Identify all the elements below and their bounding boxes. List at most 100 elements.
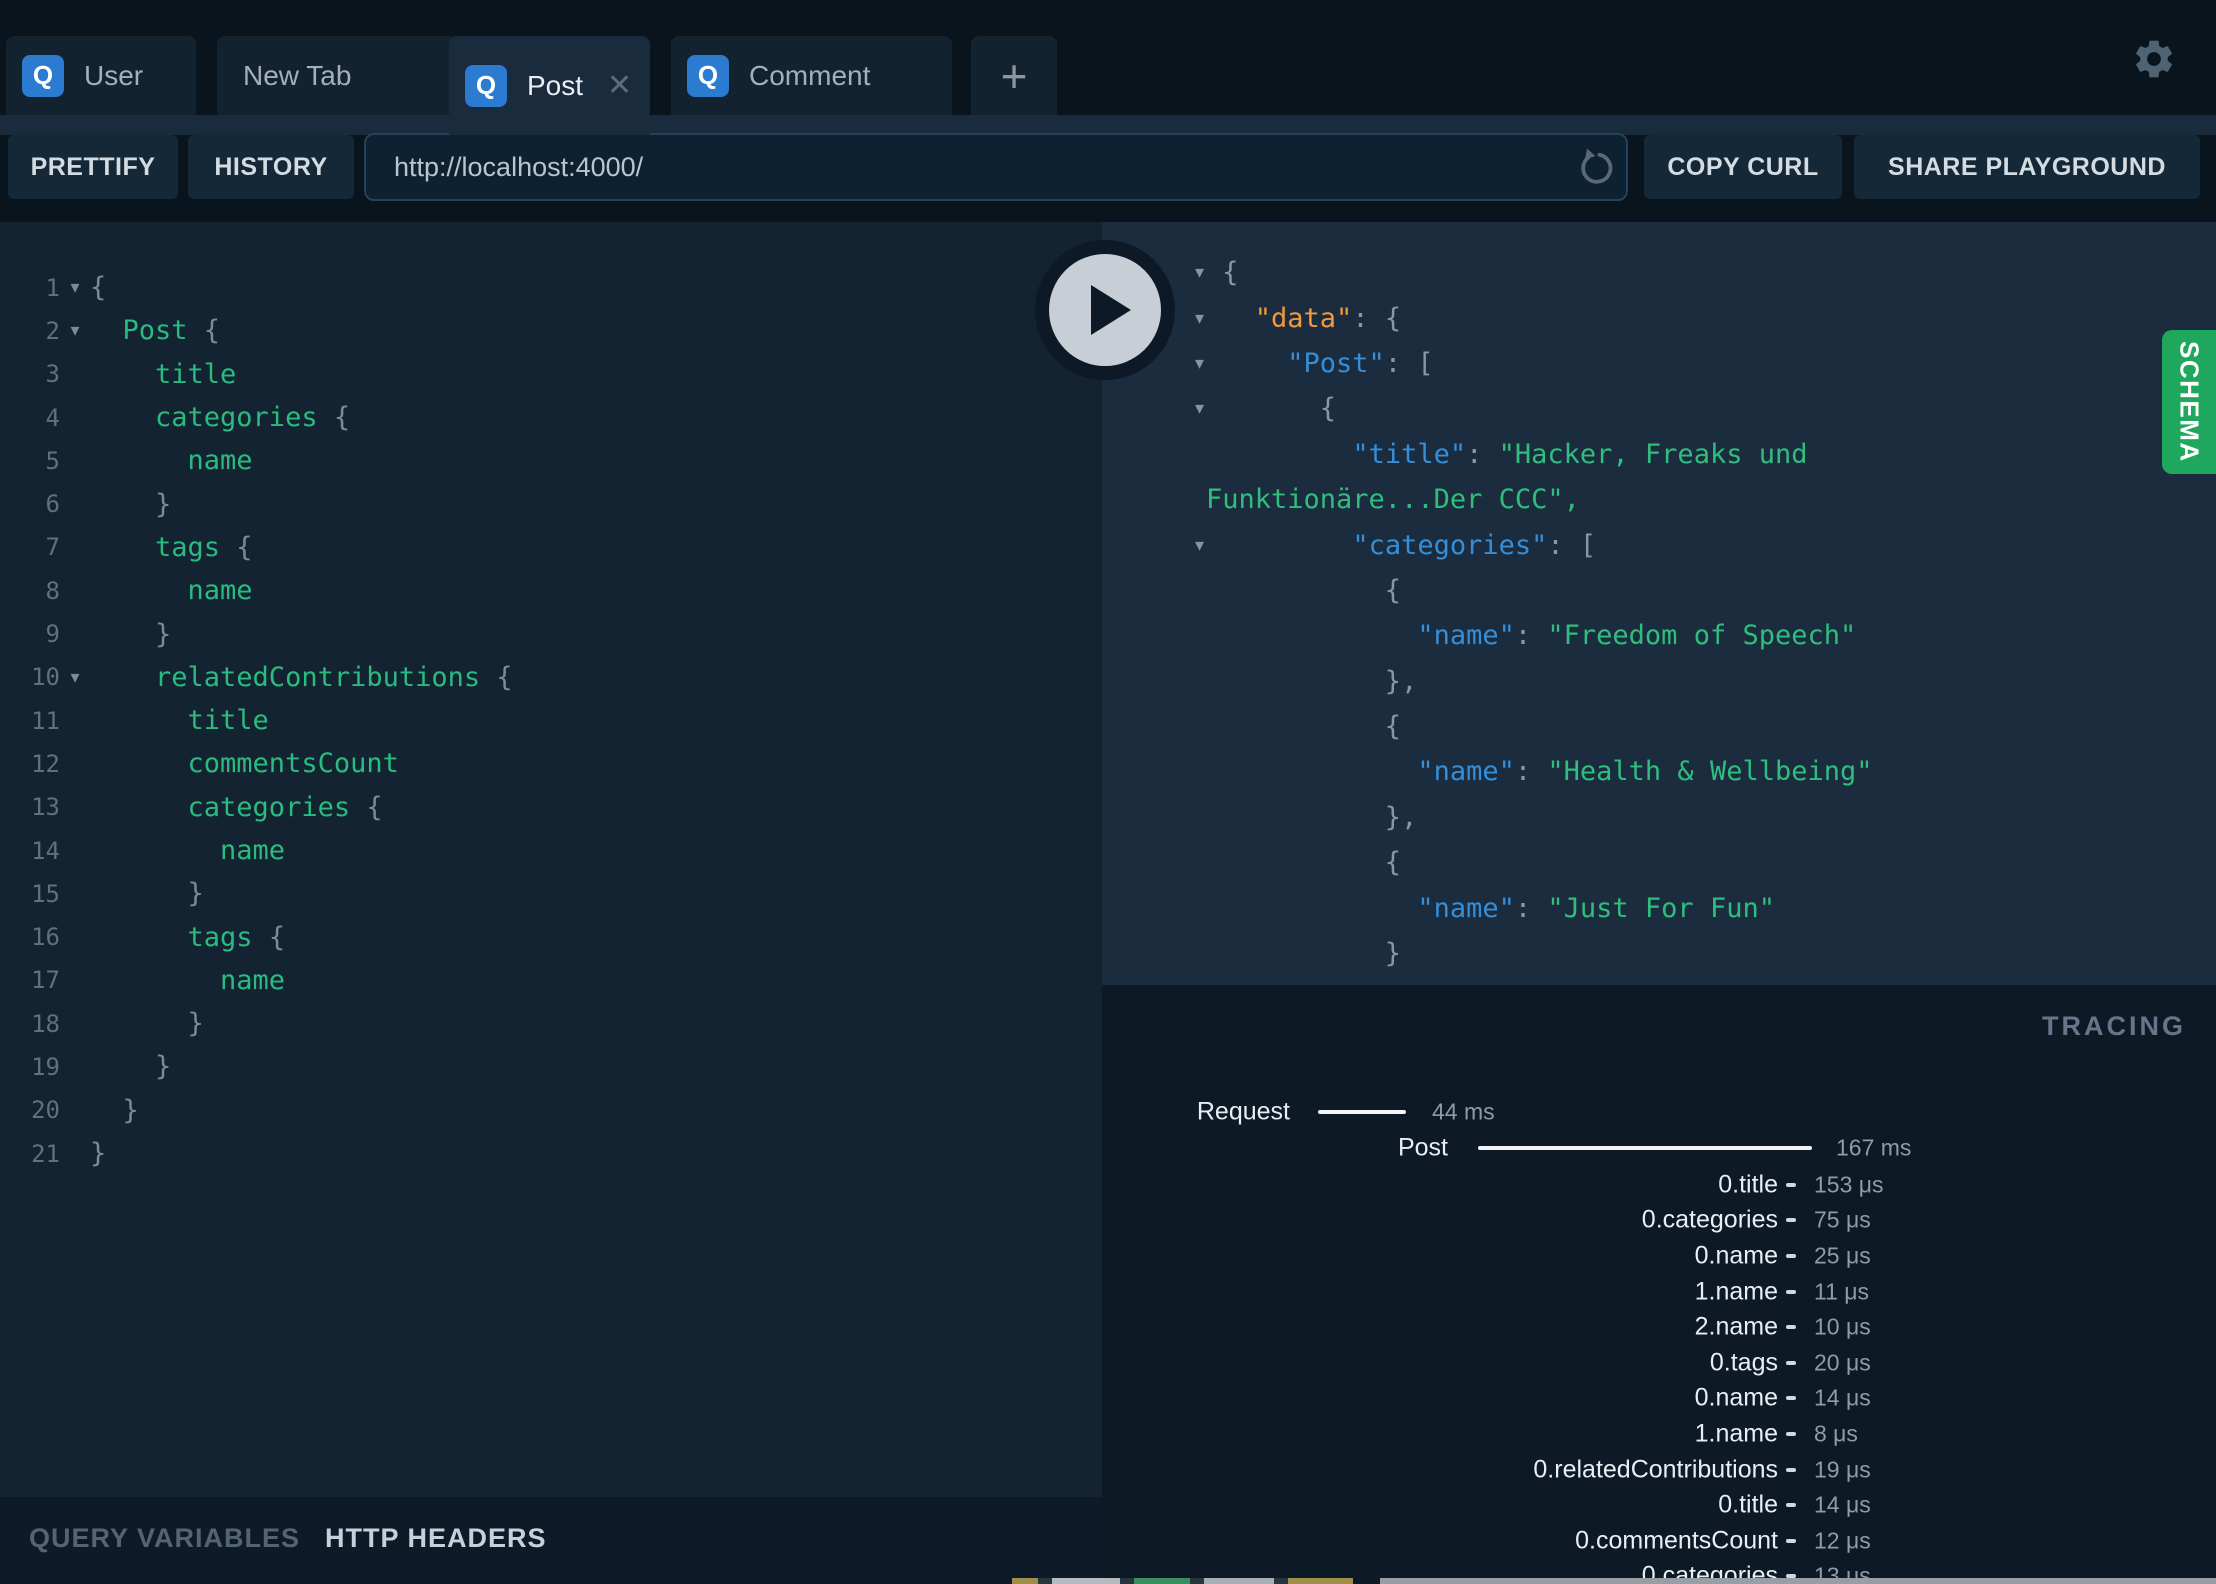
response-viewer[interactable]: ▾ { ▾ "data": { ▾ "Post": [ ▾ { "title":… [1102, 222, 2216, 985]
tab-comment[interactable]: Q Comment [671, 36, 952, 115]
line-number: 3 [45, 360, 60, 389]
code-text: name [90, 835, 286, 866]
endpoint-url-value: http://localhost:4000/ [394, 151, 644, 182]
tracing-label: Post [1397, 1133, 1448, 1162]
response-line: { [1102, 568, 2216, 613]
editor-line: 14 name [0, 829, 1102, 872]
tracing-tick-icon [1786, 1396, 1796, 1401]
response-line: ▾ "categories": [ [1102, 522, 2216, 567]
tab-post[interactable]: Q Post ✕ [449, 36, 650, 135]
line-number: 16 [31, 923, 60, 952]
editor-line: 21 } [0, 1132, 1102, 1175]
code-text: { [1206, 574, 1402, 606]
editor-line: 4 categories { [0, 396, 1102, 439]
editor-line: 6 } [0, 482, 1102, 525]
code-text: categories { [90, 402, 351, 434]
tracing-post-row: Post 167 ms [1102, 1130, 2216, 1166]
tab-label: Comment [749, 59, 871, 91]
response-line: { [1102, 704, 2216, 749]
editor-line: 18 } [0, 1002, 1102, 1045]
tracing-duration-bar [1478, 1146, 1812, 1150]
line-number: 9 [45, 620, 60, 649]
tracing-duration-bar [1318, 1110, 1406, 1114]
add-tab-button[interactable]: + [971, 36, 1057, 115]
fold-arrow-icon[interactable]: ▾ [1102, 398, 1206, 419]
tab-user[interactable]: Q User [6, 36, 196, 115]
query-variables-tab[interactable]: QUERY VARIABLES [29, 1523, 300, 1554]
share-playground-button[interactable]: SHARE PLAYGROUND [1854, 135, 2200, 199]
endpoint-url-input[interactable]: http://localhost:4000/ [364, 133, 1628, 201]
editor-line: 17 name [0, 959, 1102, 1002]
tracing-field-row: 0.commentsCount 12 μs [1102, 1523, 2216, 1559]
history-button[interactable]: HISTORY [188, 135, 354, 199]
editor-line: 19 } [0, 1045, 1102, 1088]
code-text: title [90, 358, 237, 390]
query-badge-icon: Q [465, 64, 507, 107]
tracing-tick-icon [1786, 1182, 1796, 1187]
fold-arrow-icon[interactable]: ▾ [60, 320, 90, 341]
code-text: { [1206, 257, 1239, 289]
tracing-field-row: 0.tags 20 μs [1102, 1345, 2216, 1381]
response-line: }, [1102, 659, 2216, 704]
code-text: } [90, 488, 172, 520]
code-text: tags { [90, 531, 253, 563]
tracing-field-label: 2.name [1694, 1312, 1778, 1341]
tracing-title: TRACING [2042, 1011, 2186, 1041]
response-line: "name": "Just For Fun" [1102, 885, 2216, 930]
fold-arrow-icon[interactable]: ▾ [1102, 535, 1206, 556]
tracing-field-duration: 19 μs [1814, 1456, 1871, 1483]
tabbar-bottom-strip [0, 115, 2216, 135]
close-tab-icon[interactable]: ✕ [607, 70, 632, 101]
tracing-label: Request [1196, 1097, 1290, 1126]
schema-side-tab[interactable]: SCHEMA [2162, 330, 2216, 474]
code-text: name [90, 575, 253, 607]
code-text: Funktionäre...Der CCC", [1206, 484, 1580, 516]
horizontal-scrollbar[interactable] [1380, 1578, 2216, 1584]
code-text: } [1206, 938, 1402, 970]
editor-line: 5 name [0, 439, 1102, 482]
reload-schema-icon[interactable] [1576, 146, 1618, 188]
tracing-tick-icon [1786, 1325, 1796, 1330]
code-text: { [90, 272, 107, 304]
tab-label: User [84, 59, 144, 91]
settings-gear-icon[interactable] [2131, 36, 2177, 82]
tracing-tick-icon [1786, 1467, 1796, 1472]
line-number: 1 [45, 273, 60, 302]
fold-arrow-icon[interactable]: ▾ [60, 667, 90, 688]
tab-new-tab[interactable]: New Tab [217, 36, 457, 115]
tracing-tick-icon [1786, 1431, 1796, 1436]
code-text: } [90, 878, 204, 910]
tracing-panel: TRACING Request 44 ms Post 167 ms 0.titl… [1102, 985, 2216, 1584]
code-text: relatedContributions { [90, 661, 513, 693]
tracing-field-row: 1.name 8 μs [1102, 1416, 2216, 1452]
response-line: ▾ "data": { [1102, 295, 2216, 340]
fold-arrow-icon[interactable]: ▾ [60, 277, 90, 298]
tracing-field-row: 0.categories 75 μs [1102, 1203, 2216, 1239]
tracing-field-label: 1.name [1694, 1277, 1778, 1306]
copy-curl-button[interactable]: COPY CURL [1644, 135, 1842, 199]
line-number: 4 [45, 403, 60, 432]
clipped-text-strip [1012, 1578, 1353, 1584]
response-line: "title": "Hacker, Freaks und [1102, 432, 2216, 477]
line-number: 13 [31, 793, 60, 822]
line-number: 18 [31, 1009, 60, 1038]
tab-label: Post [527, 69, 584, 101]
tracing-request-row: Request 44 ms [1102, 1094, 2216, 1130]
line-number: 7 [45, 533, 60, 562]
line-number: 20 [31, 1096, 60, 1125]
query-editor[interactable]: 1 ▾ { 2 ▾ Post { 3 title 4 categories { … [0, 222, 1102, 1497]
tab-label: New Tab [243, 59, 352, 91]
tracing-field-label: 0.categories [1641, 1205, 1778, 1234]
http-headers-tab[interactable]: HTTP HEADERS [325, 1523, 547, 1554]
line-number: 11 [31, 706, 60, 735]
code-text: "name": "Health & Wellbeing" [1417, 756, 1873, 788]
response-line: ▾ "Post": [ [1102, 341, 2216, 386]
response-line: }, [1102, 795, 2216, 840]
response-line: } [1102, 931, 2216, 976]
code-text: } [90, 1094, 139, 1126]
code-text: name [90, 964, 286, 996]
tracing-field-rows: 0.title 153 μs 0.categories 75 μs 0.name… [1102, 1167, 2216, 1584]
code-text: "name": "Freedom of Speech" [1417, 620, 1857, 652]
execute-query-button[interactable] [1035, 240, 1175, 380]
prettify-button[interactable]: PRETTIFY [8, 135, 178, 199]
